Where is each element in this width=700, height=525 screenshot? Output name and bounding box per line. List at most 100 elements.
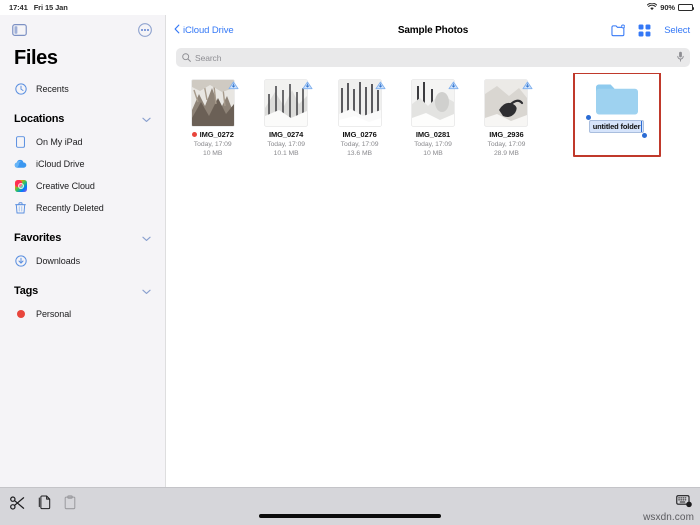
file-name-row: IMG_0276	[342, 130, 376, 139]
file-name: IMG_0274	[269, 130, 304, 139]
file-grid-container: IMG_0272 Today, 17:09 10 MB IMG_0274 Tod…	[166, 73, 700, 487]
new-folder-item[interactable]: untitled folder	[572, 73, 661, 157]
file-name-row: IMG_0274	[269, 130, 303, 139]
sidebar-item-creative-cloud[interactable]: Creative Cloud	[0, 175, 165, 197]
scissors-cut-icon[interactable]	[10, 495, 25, 510]
sidebar-item-label: Personal	[36, 309, 72, 319]
back-button[interactable]: iCloud Drive	[174, 24, 234, 37]
file-item[interactable]: IMG_0281 Today, 17:09 10 MB	[396, 76, 469, 157]
sidebar-item-label: Downloads	[36, 256, 81, 266]
grid-view-icon[interactable]	[638, 24, 651, 37]
wifi-icon	[647, 2, 658, 13]
search-placeholder: Search	[195, 52, 222, 63]
main-pane: iCloud Drive Sample Photos Select Search…	[166, 15, 700, 487]
sidebar-item-icloud-drive[interactable]: iCloud Drive	[0, 153, 165, 175]
file-item[interactable]: IMG_0276 Today, 17:09 13.6 MB	[323, 76, 396, 157]
file-date: Today, 17:09	[267, 141, 306, 148]
sidebar-item-on-my-ipad[interactable]: On My iPad	[0, 131, 165, 153]
file-size: 10 MB	[423, 150, 443, 157]
sidebar-group-tags[interactable]: Tags	[0, 279, 165, 303]
sidebar-item-label: On My iPad	[36, 137, 83, 147]
copy-icon[interactable]	[38, 495, 51, 510]
file-name-row: IMG_0281	[416, 130, 450, 139]
navigation-bar: iCloud Drive Sample Photos Select	[166, 15, 700, 45]
search-bar-container: Search	[166, 45, 700, 73]
sidebar-item-label: Recently Deleted	[36, 203, 104, 213]
sidebar-group-title: Tags	[14, 285, 39, 297]
cloud-icon	[14, 158, 27, 171]
folder-icon	[595, 82, 639, 116]
ipad-screen: 17:41 Fri 15 Jan 90% Files Recents Locat…	[0, 0, 700, 525]
folder-name-input[interactable]: untitled folder	[588, 120, 645, 133]
paste-icon[interactable]	[64, 495, 76, 510]
sidebar-item-recently-deleted[interactable]: Recently Deleted	[0, 197, 165, 219]
file-date: Today, 17:09	[487, 141, 526, 148]
file-grid: IMG_0272 Today, 17:09 10 MB IMG_0274 Tod…	[176, 73, 690, 157]
sidebar-item-label: iCloud Drive	[36, 159, 85, 169]
file-date: Today, 17:09	[340, 141, 379, 148]
status-bar: 17:41 Fri 15 Jan 90%	[0, 0, 700, 15]
file-thumbnail	[336, 79, 387, 127]
sidebar-group-title: Favorites	[14, 232, 62, 244]
file-size: 10.1 MB	[273, 150, 299, 157]
sidebar: Files Recents Locations On My iPad iClou…	[0, 15, 166, 487]
search-input[interactable]: Search	[176, 48, 690, 67]
sidebar-item-downloads[interactable]: Downloads	[0, 250, 165, 272]
tag-dot-icon	[191, 132, 197, 137]
sidebar-group-title: Locations	[14, 113, 65, 125]
home-indicator[interactable]	[259, 514, 441, 518]
icloud-download-icon[interactable]	[521, 79, 533, 91]
creative-cloud-icon	[14, 180, 27, 193]
sidebar-item-label: Recents	[36, 84, 69, 94]
keyboard-dismiss-icon[interactable]	[676, 495, 692, 508]
icloud-download-icon[interactable]	[301, 79, 313, 91]
file-item[interactable]: IMG_0274 Today, 17:09 10.1 MB	[249, 76, 322, 157]
file-thumbnail	[409, 79, 460, 127]
chevron-down-icon[interactable]	[142, 110, 151, 128]
more-ellipsis-icon[interactable]	[138, 23, 152, 37]
file-item[interactable]: IMG_2936 Today, 17:09 28.9 MB	[470, 76, 543, 157]
sidebar-item-personal-tag[interactable]: Personal	[0, 303, 165, 325]
sidebar-group-locations[interactable]: Locations	[0, 107, 165, 131]
chevron-down-icon[interactable]	[142, 282, 151, 300]
sidebar-item-recents[interactable]: Recents	[0, 78, 165, 100]
new-folder-icon[interactable]	[611, 23, 626, 37]
status-time: 17:41	[9, 3, 28, 12]
select-button[interactable]: Select	[664, 25, 690, 36]
bottom-toolbar: wsxdn.com	[0, 487, 700, 525]
microphone-icon[interactable]	[677, 49, 684, 67]
file-item[interactable]: IMG_0272 Today, 17:09 10 MB	[176, 76, 249, 157]
battery-icon	[678, 4, 695, 11]
file-size: 13.6 MB	[347, 150, 373, 157]
file-thumbnail	[262, 79, 313, 127]
tag-dot-icon	[14, 308, 27, 321]
sidebar-item-label: Creative Cloud	[36, 181, 95, 191]
icloud-download-icon[interactable]	[448, 79, 460, 91]
icloud-download-icon[interactable]	[375, 79, 387, 91]
file-date: Today, 17:09	[414, 141, 452, 148]
file-name: IMG_0276	[342, 130, 377, 139]
selection-handle-end[interactable]	[641, 133, 647, 138]
chevron-left-icon	[174, 24, 180, 37]
back-button-label: iCloud Drive	[183, 24, 234, 36]
status-date: Fri 15 Jan	[33, 3, 68, 12]
file-name-row: IMG_0272	[191, 130, 234, 139]
battery-percent-label: 90%	[660, 3, 675, 12]
file-thumbnail	[189, 79, 240, 127]
watermark: wsxdn.com	[643, 512, 694, 523]
ipad-icon	[14, 136, 27, 149]
chevron-down-icon[interactable]	[142, 229, 151, 247]
sidebar-toggle-icon[interactable]	[12, 24, 27, 36]
file-date: Today, 17:09	[193, 141, 232, 148]
clock-icon	[14, 83, 27, 96]
icloud-download-icon[interactable]	[228, 79, 240, 91]
file-name-row: IMG_2936	[489, 130, 523, 139]
text-caret	[640, 121, 642, 132]
file-thumbnail	[482, 79, 533, 127]
file-size: 28.9 MB	[493, 150, 519, 157]
file-name: IMG_0281	[415, 130, 451, 139]
sidebar-group-favorites[interactable]: Favorites	[0, 226, 165, 250]
file-size: 10 MB	[203, 150, 223, 157]
folder-rename-field-wrapper: untitled folder	[586, 115, 647, 138]
sidebar-toolbar	[0, 15, 165, 45]
